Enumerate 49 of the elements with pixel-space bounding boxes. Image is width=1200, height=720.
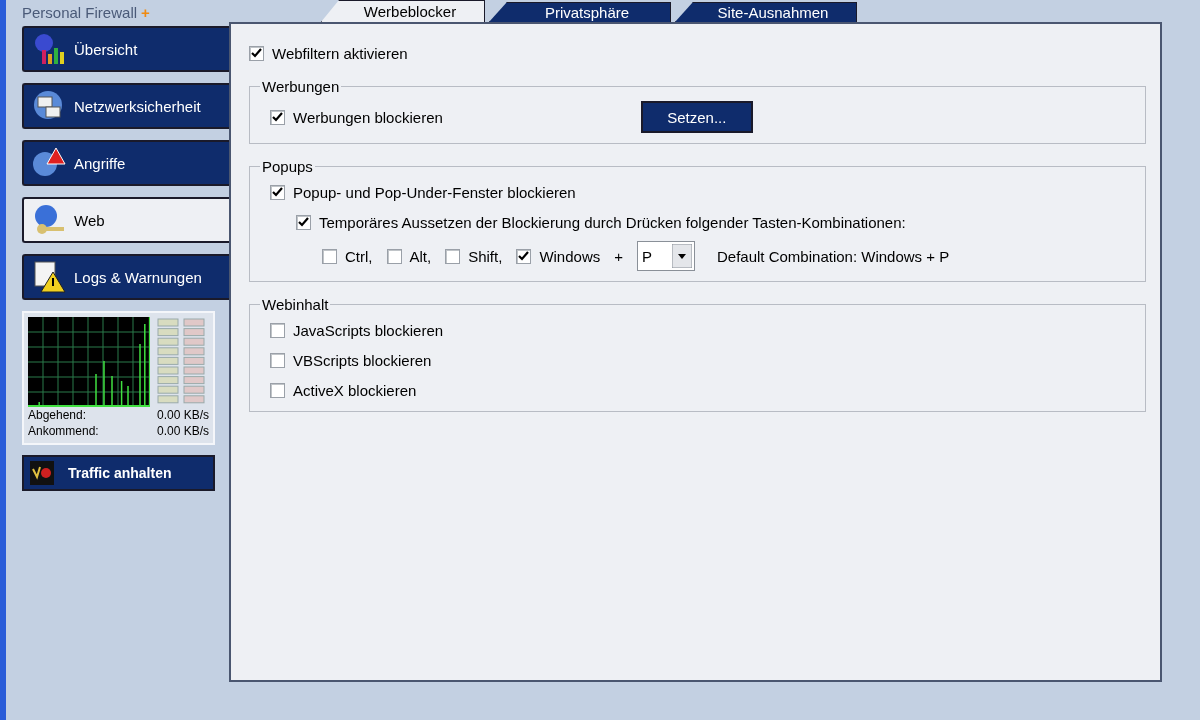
stop-traffic-button[interactable]: Traffic anhalten — [22, 455, 215, 491]
incoming-rate: 0.00 KB/s — [156, 423, 209, 439]
checkbox-label: Alt, — [409, 247, 432, 265]
dropdown-arrow-icon — [672, 244, 692, 268]
checkbox[interactable] — [270, 322, 285, 338]
checkbox[interactable] — [386, 248, 402, 264]
nav-item[interactable]: Web — [22, 197, 231, 243]
tab[interactable]: Werbeblocker — [321, 0, 485, 22]
info-chart-icon — [32, 32, 66, 66]
checkbox[interactable] — [445, 248, 461, 264]
logo-plus: + — [141, 4, 150, 22]
default-combination-text: Default Combination: Windows + P — [717, 247, 950, 265]
tab[interactable]: Privatsphäre — [489, 2, 671, 22]
set-button[interactable]: Setzen... — [640, 101, 753, 133]
log-warning-icon — [32, 260, 66, 294]
checkbox-label: Webfiltern aktivieren — [272, 44, 408, 62]
checkbox-label: Windows — [539, 247, 601, 265]
checkbox-label: JavaScripts blockieren — [293, 321, 444, 339]
outgoing-label: Abgehend: — [28, 407, 87, 423]
checkbox[interactable] — [270, 382, 285, 398]
incoming-label: Ankommend: — [28, 423, 99, 439]
tab[interactable]: Site-Ausnahmen — [675, 2, 857, 22]
checkbox[interactable] — [249, 45, 264, 61]
checkbox[interactable] — [322, 248, 337, 264]
nav-item[interactable]: Logs & Warnungen — [22, 254, 229, 300]
checkbox-label: ActiveX blockieren — [293, 381, 417, 399]
group-title: Webinhalt — [261, 296, 330, 313]
globe-key-icon — [32, 203, 66, 237]
nav-item[interactable]: Übersicht — [22, 26, 229, 72]
checkbox-label: VBScripts blockieren — [293, 351, 432, 369]
checkbox-label: Temporäres Aussetzen der Blockierung durch Drücken folgender Tasten-Kombinationen: — [319, 213, 906, 231]
nav-item[interactable]: Netzwerksicherheit — [22, 83, 229, 129]
nav-item[interactable]: Angriffe — [22, 140, 229, 186]
key-dropdown[interactable]: P — [637, 241, 695, 271]
group-title: Werbungen — [261, 78, 341, 95]
group-title: Popups — [261, 158, 314, 175]
checkbox-label: Ctrl, — [345, 247, 373, 265]
outgoing-rate: 0.00 KB/s — [156, 407, 209, 423]
checkbox[interactable] — [296, 214, 311, 230]
checkbox-label: Werbungen blockieren — [293, 108, 443, 126]
checkbox-label: Popup- und Pop-Under-Fenster blockieren — [293, 183, 576, 201]
checkbox[interactable] — [270, 109, 285, 125]
checkbox[interactable] — [516, 248, 532, 264]
checkbox-label: Shift, — [468, 247, 503, 265]
app-logo-text: Personal Firewall — [22, 4, 138, 22]
plus-sign: + — [614, 247, 623, 265]
stop-traffic-icon — [30, 461, 54, 485]
checkbox[interactable] — [270, 352, 285, 368]
checkbox[interactable] — [270, 184, 285, 200]
